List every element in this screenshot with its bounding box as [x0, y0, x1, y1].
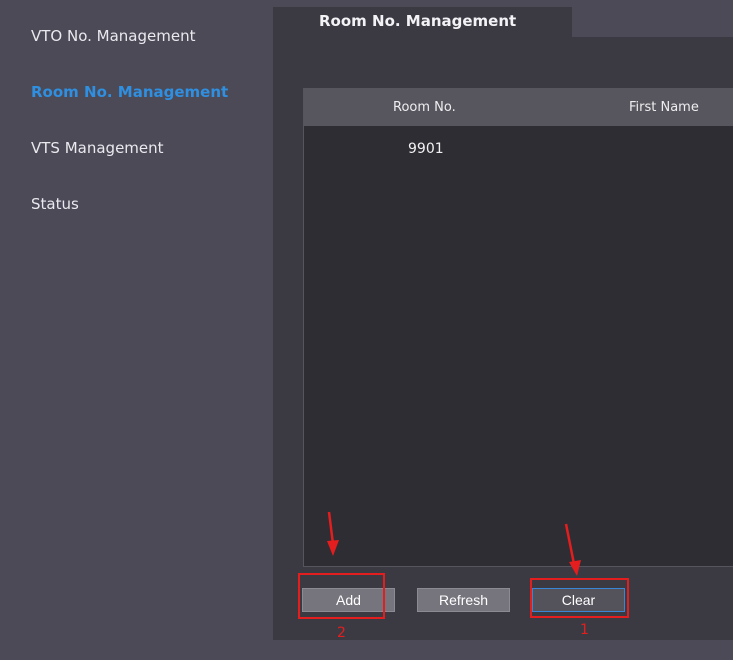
sidebar-item-status[interactable]: Status — [31, 195, 79, 213]
column-header-room-no[interactable]: Room No. — [393, 88, 456, 128]
refresh-button[interactable]: Refresh — [417, 588, 510, 612]
tab-bar: Room No. Management — [273, 7, 733, 37]
tab-room-management[interactable]: Room No. Management — [273, 7, 572, 37]
cell-room-no: 9901 — [408, 141, 444, 157]
sidebar-item-room-management[interactable]: Room No. Management — [31, 83, 228, 101]
table-header: Room No. First Name — [304, 88, 733, 126]
column-header-first-name[interactable]: First Name — [629, 88, 699, 128]
add-step-number: 2 — [337, 625, 346, 641]
clear-highlight-box — [530, 578, 629, 618]
sidebar-item-vto-management[interactable]: VTO No. Management — [31, 27, 195, 45]
table-row[interactable]: 9901 — [304, 128, 733, 168]
sidebar-item-vts-management[interactable]: VTS Management — [31, 139, 164, 157]
clear-step-number: 1 — [580, 622, 589, 638]
sidebar: VTO No. Management Room No. Management V… — [0, 0, 273, 660]
room-table: Room No. First Name 9901 — [303, 88, 733, 567]
add-highlight-box — [298, 573, 385, 619]
